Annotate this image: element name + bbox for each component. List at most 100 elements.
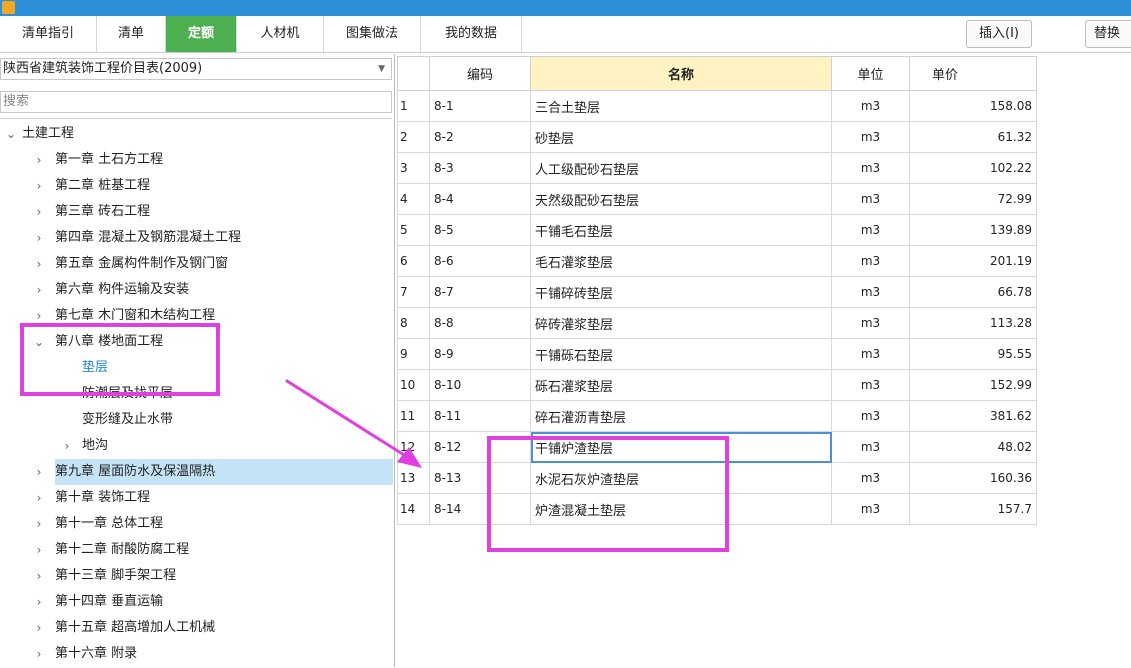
name-cell[interactable]: 砂垫层 (530, 121, 832, 153)
name-cell[interactable]: 碎砖灌浆垫层 (530, 307, 832, 339)
price-cell[interactable]: 113.28 (909, 307, 1037, 339)
row-index[interactable]: 3 (397, 152, 430, 184)
unit-cell[interactable]: m3 (831, 338, 910, 370)
chevron-right-icon[interactable]: › (32, 251, 46, 277)
row-index[interactable]: 7 (397, 276, 430, 308)
search-input[interactable]: 搜索 (0, 91, 392, 113)
table-row[interactable]: 14 8-14 炉渣混凝土垫层 m3 157.7 (397, 493, 1037, 525)
name-cell[interactable]: 毛石灌浆垫层 (530, 245, 832, 277)
chevron-down-icon[interactable]: ⌄ (32, 329, 46, 355)
tree-node-civil[interactable]: ⌄ 土建工程 (0, 121, 392, 147)
chevron-down-icon[interactable]: ⌄ (4, 121, 18, 147)
price-cell[interactable]: 72.99 (909, 183, 1037, 215)
tree-node-ch16[interactable]: › 第十六章 附录 (0, 641, 392, 667)
tree-node-ch7[interactable]: › 第七章 木门窗和木结构工程 (0, 303, 392, 329)
unit-cell[interactable]: m3 (831, 152, 910, 184)
chevron-right-icon[interactable]: › (32, 485, 46, 511)
code-cell[interactable]: 8-2 (429, 121, 531, 153)
name-cell[interactable]: 干铺炉渣垫层 (530, 431, 832, 463)
row-index[interactable]: 5 (397, 214, 430, 246)
table-row[interactable]: 1 8-1 三合土垫层 m3 158.08 (397, 90, 1037, 122)
tree-node-ch4[interactable]: › 第四章 混凝土及钢筋混凝土工程 (0, 225, 392, 251)
name-cell[interactable]: 炉渣混凝土垫层 (530, 493, 832, 525)
price-cell[interactable]: 381.62 (909, 400, 1037, 432)
unit-cell[interactable]: m3 (831, 369, 910, 401)
code-cell[interactable]: 8-5 (429, 214, 531, 246)
price-cell[interactable]: 139.89 (909, 214, 1037, 246)
chevron-right-icon[interactable]: › (32, 225, 46, 251)
table-row[interactable]: 4 8-4 天然级配砂石垫层 m3 72.99 (397, 183, 1037, 215)
table-row[interactable]: 7 8-7 干铺碎砖垫层 m3 66.78 (397, 276, 1037, 308)
price-cell[interactable]: 152.99 (909, 369, 1037, 401)
row-index[interactable]: 13 (397, 462, 430, 494)
name-header[interactable]: 名称 (530, 56, 832, 91)
code-cell[interactable]: 8-12 (429, 431, 531, 463)
name-cell[interactable]: 人工级配砂石垫层 (530, 152, 832, 184)
tree-node-ch8[interactable]: ⌄ 第八章 楼地面工程 (0, 329, 392, 355)
name-cell[interactable]: 碎石灌沥青垫层 (530, 400, 832, 432)
name-cell[interactable]: 水泥石灰炉渣垫层 (530, 462, 832, 494)
tab-quota[interactable]: 定额 (166, 16, 237, 52)
tree-node-ch6[interactable]: › 第六章 构件运输及安装 (0, 277, 392, 303)
tree-node-ch10[interactable]: › 第十章 装饰工程 (0, 485, 392, 511)
chevron-right-icon[interactable]: › (32, 563, 46, 589)
row-index[interactable]: 11 (397, 400, 430, 432)
table-row[interactable]: 6 8-6 毛石灌浆垫层 m3 201.19 (397, 245, 1037, 277)
tree-node-ch9[interactable]: › 第九章 屋面防水及保温隔热 (0, 459, 393, 485)
table-row[interactable]: 5 8-5 干铺毛石垫层 m3 139.89 (397, 214, 1037, 246)
chevron-right-icon[interactable]: › (32, 537, 46, 563)
code-cell[interactable]: 8-3 (429, 152, 531, 184)
table-row[interactable]: 11 8-11 碎石灌沥青垫层 m3 381.62 (397, 400, 1037, 432)
price-cell[interactable]: 66.78 (909, 276, 1037, 308)
unit-header[interactable]: 单位 (831, 56, 910, 91)
table-row[interactable]: 12 8-12 干铺炉渣垫层 m3 48.02 (397, 431, 1037, 463)
chevron-right-icon[interactable]: › (32, 147, 46, 173)
unit-cell[interactable]: m3 (831, 183, 910, 215)
tree-node-trench[interactable]: › 地沟 (0, 433, 392, 459)
row-index[interactable]: 8 (397, 307, 430, 339)
tree-node-ch12[interactable]: › 第十二章 耐酸防腐工程 (0, 537, 392, 563)
tab-atlas[interactable]: 图集做法 (324, 16, 421, 52)
tree-node-ch13[interactable]: › 第十三章 脚手架工程 (0, 563, 392, 589)
code-cell[interactable]: 8-1 (429, 90, 531, 122)
table-row[interactable]: 3 8-3 人工级配砂石垫层 m3 102.22 (397, 152, 1037, 184)
chevron-right-icon[interactable]: › (32, 589, 46, 615)
tree-node-ch2[interactable]: › 第二章 桩基工程 (0, 173, 392, 199)
chevron-right-icon[interactable]: › (32, 511, 46, 537)
code-cell[interactable]: 8-4 (429, 183, 531, 215)
row-index[interactable]: 6 (397, 245, 430, 277)
row-index[interactable]: 10 (397, 369, 430, 401)
price-cell[interactable]: 61.32 (909, 121, 1037, 153)
chevron-right-icon[interactable]: › (32, 641, 46, 667)
price-cell[interactable]: 160.36 (909, 462, 1037, 494)
tab-labor-material[interactable]: 人材机 (237, 16, 324, 52)
name-cell[interactable]: 干铺碎砖垫层 (530, 276, 832, 308)
name-cell[interactable]: 三合土垫层 (530, 90, 832, 122)
tree-node-ch15[interactable]: › 第十五章 超高增加人工机械 (0, 615, 392, 641)
insert-button[interactable]: 插入(I) (966, 20, 1032, 48)
name-cell[interactable]: 天然级配砂石垫层 (530, 183, 832, 215)
price-cell[interactable]: 48.02 (909, 431, 1037, 463)
tree-node-damp-proof[interactable]: 防潮层及找平层 (0, 381, 392, 407)
chevron-right-icon[interactable]: › (32, 173, 46, 199)
price-cell[interactable]: 95.55 (909, 338, 1037, 370)
unit-cell[interactable]: m3 (831, 307, 910, 339)
tree-node-ch5[interactable]: › 第五章 金属构件制作及钢门窗 (0, 251, 392, 277)
unit-cell[interactable]: m3 (831, 431, 910, 463)
unit-cell[interactable]: m3 (831, 276, 910, 308)
tree-node-ch14[interactable]: › 第十四章 垂直运输 (0, 589, 392, 615)
code-cell[interactable]: 8-11 (429, 400, 531, 432)
price-cell[interactable]: 157.7 (909, 493, 1037, 525)
code-cell[interactable]: 8-10 (429, 369, 531, 401)
code-cell[interactable]: 8-13 (429, 462, 531, 494)
unit-cell[interactable]: m3 (831, 462, 910, 494)
table-row[interactable]: 2 8-2 砂垫层 m3 61.32 (397, 121, 1037, 153)
replace-button[interactable]: 替换 (1085, 20, 1131, 48)
code-header[interactable]: 编码 (429, 56, 531, 91)
chevron-right-icon[interactable]: › (32, 303, 46, 329)
code-cell[interactable]: 8-9 (429, 338, 531, 370)
row-index[interactable]: 12 (397, 431, 430, 463)
row-index[interactable]: 1 (397, 90, 430, 122)
tree-node-ch11[interactable]: › 第十一章 总体工程 (0, 511, 392, 537)
tree-node-ch3[interactable]: › 第三章 砖石工程 (0, 199, 392, 225)
